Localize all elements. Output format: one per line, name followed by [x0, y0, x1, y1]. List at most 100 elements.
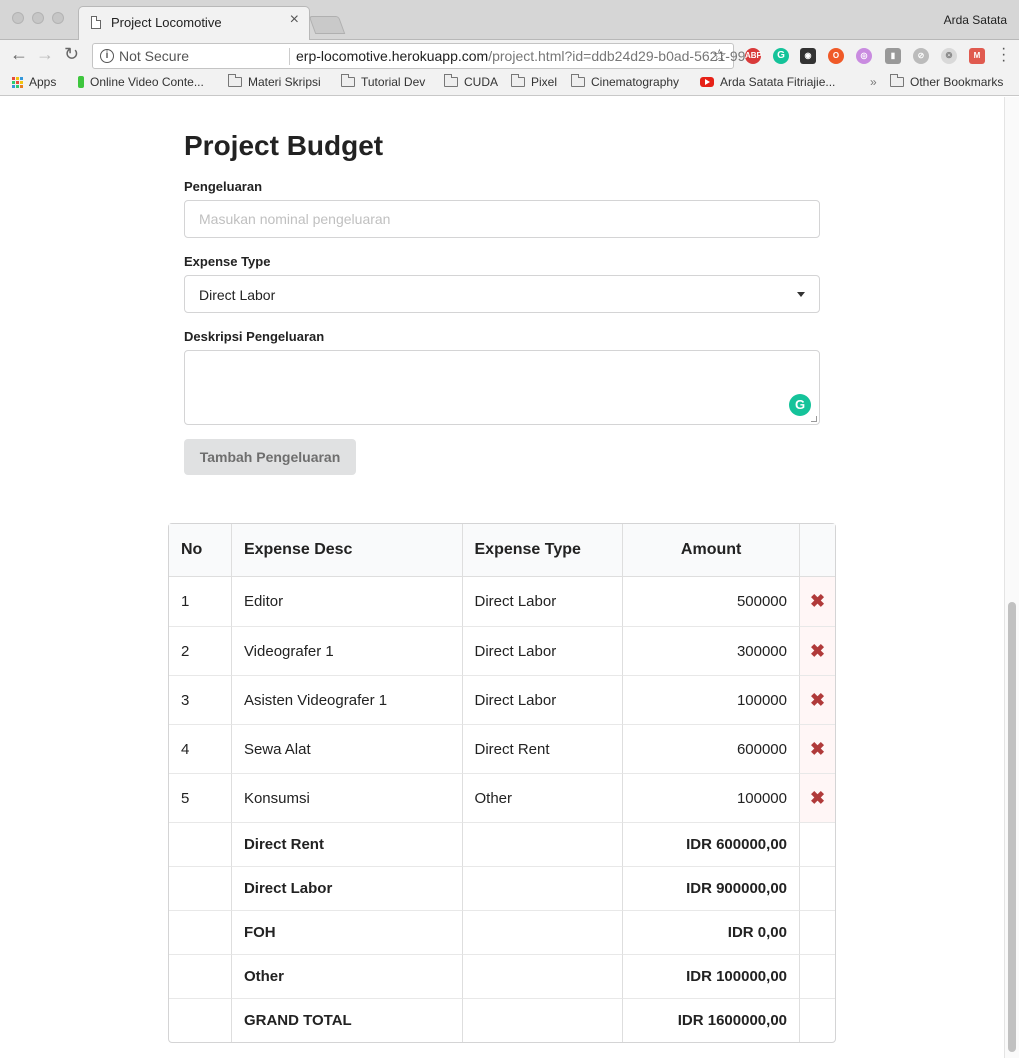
window-titlebar: Project Locomotive × Arda Satata [0, 0, 1019, 40]
extension-icon[interactable]: ❂ [941, 48, 957, 64]
browser-toolbar: ← → ↻ i Not Secure erp-locomotive.heroku… [0, 40, 1019, 72]
description-label: Deskripsi Pengeluaran [184, 329, 325, 344]
vertical-scrollbar[interactable] [1004, 97, 1019, 1058]
security-status[interactable]: Not Secure [119, 48, 189, 64]
browser-menu-icon[interactable]: · · · [1001, 41, 1006, 69]
browser-tab[interactable]: Project Locomotive × [78, 6, 310, 40]
summary-value: IDR 100000,00 [622, 954, 799, 998]
row-no: 3 [169, 675, 231, 724]
bookmark-materi-skripsi[interactable]: Materi Skripsi [228, 74, 321, 89]
expense-table: No Expense Desc Expense Type Amount 1 Ed… [168, 523, 836, 1043]
row-amount: 300000 [622, 626, 799, 675]
summary-row: FOH IDR 0,00 [169, 910, 835, 954]
back-arrow-icon[interactable]: ← [10, 44, 28, 65]
info-icon[interactable]: i [100, 49, 114, 63]
opera-icon[interactable]: O [828, 48, 844, 64]
instagram-icon[interactable]: ◎ [856, 48, 872, 64]
row-desc: Videografer 1 [230, 626, 462, 675]
add-expense-button[interactable]: Tambah Pengeluaran [184, 439, 356, 475]
delete-row-icon[interactable]: ✖ [799, 675, 835, 724]
block-icon[interactable]: ⊘ [913, 48, 929, 64]
expense-type-label: Expense Type [184, 254, 271, 269]
adblock-icon[interactable]: ABP [745, 48, 762, 64]
folder-icon [511, 74, 525, 87]
delete-row-icon[interactable]: ✖ [799, 773, 835, 822]
amount-label: Pengeluaran [184, 179, 263, 194]
ghostery-icon[interactable]: ◉ [800, 48, 816, 64]
summary-empty-cell [461, 822, 623, 866]
resize-handle-icon[interactable] [811, 416, 817, 422]
new-tab-button[interactable] [308, 16, 346, 34]
bookmark-apps[interactable]: Apps [12, 75, 56, 89]
row-amount: 100000 [622, 773, 799, 822]
delete-row-icon[interactable]: ✖ [799, 626, 835, 675]
folder-icon [341, 74, 355, 87]
minimize-window-button[interactable] [32, 12, 44, 24]
delete-row-icon[interactable]: ✖ [799, 724, 835, 773]
bookmark-pixel[interactable]: Pixel [511, 74, 557, 89]
clipboard-icon[interactable]: ▮ [885, 48, 901, 64]
bookmark-star-icon[interactable]: ☆ [712, 46, 727, 66]
amount-input[interactable] [184, 200, 820, 238]
bookmark-label: Other Bookmarks [910, 75, 1004, 89]
bookmark-cuda[interactable]: CUDA [444, 74, 498, 89]
mail-icon[interactable]: M [969, 48, 985, 64]
bookmarks-overflow-chevron[interactable]: » [870, 75, 877, 89]
bookmark-online-video[interactable]: Online Video Conte... [78, 75, 204, 89]
grand-total-value: IDR 1600000,00 [622, 998, 799, 1042]
bookmark-other[interactable]: Other Bookmarks [890, 74, 1004, 89]
row-type: Direct Labor [461, 626, 623, 675]
forward-arrow-icon[interactable]: → [36, 44, 54, 65]
zoom-window-button[interactable] [52, 12, 64, 24]
bookmark-label: Tutorial Dev [361, 75, 426, 89]
summary-value: IDR 900000,00 [622, 866, 799, 910]
expense-type-value: Direct Labor [199, 287, 276, 303]
bookmarks-bar: Apps Online Video Conte... Materi Skrips… [0, 72, 1019, 96]
youtube-icon [700, 77, 714, 87]
row-desc: Sewa Alat [230, 724, 462, 773]
row-desc: Editor [230, 577, 462, 626]
bookmark-tutorial-dev[interactable]: Tutorial Dev [341, 74, 426, 89]
url-text[interactable]: erp-locomotive.herokuapp.com/project.htm… [296, 48, 757, 64]
bookmark-cinematography[interactable]: Cinematography [571, 74, 680, 89]
column-header-no: No [169, 524, 231, 577]
table-row: 1 Editor Direct Labor 500000 ✖ [169, 577, 835, 626]
row-amount: 100000 [622, 675, 799, 724]
dropdown-caret-icon [797, 292, 805, 297]
grammarly-icon[interactable]: G [789, 394, 811, 416]
summary-empty-cell [461, 866, 623, 910]
scrollbar-thumb[interactable] [1008, 602, 1016, 1052]
table-header-row: No Expense Desc Expense Type Amount [169, 524, 835, 577]
close-tab-icon[interactable]: × [290, 11, 299, 29]
table-row: 2 Videografer 1 Direct Labor 300000 ✖ [169, 626, 835, 675]
row-no: 5 [169, 773, 231, 822]
summary-value: IDR 600000,00 [622, 822, 799, 866]
table-row: 3 Asisten Videografer 1 Direct Labor 100… [169, 675, 835, 724]
grand-total-row: GRAND TOTAL IDR 1600000,00 [169, 998, 835, 1042]
table-row: 4 Sewa Alat Direct Rent 600000 ✖ [169, 724, 835, 773]
bookmark-youtube-channel[interactable]: Arda Satata Fitriajie... [700, 75, 835, 89]
bookmark-label: Apps [29, 75, 57, 89]
row-no: 4 [169, 724, 231, 773]
bookmark-label: Online Video Conte... [90, 75, 204, 89]
summary-empty-cell [169, 822, 231, 866]
row-no: 2 [169, 626, 231, 675]
reload-icon[interactable]: ↻ [64, 44, 79, 65]
profile-name[interactable]: Arda Satata [944, 13, 1007, 27]
expense-type-select[interactable]: Direct Labor [184, 275, 820, 313]
page-viewport: Project Budget Pengeluaran Expense Type … [0, 97, 1019, 1058]
description-textarea[interactable]: G [184, 350, 820, 425]
close-window-button[interactable] [12, 12, 24, 24]
address-divider [289, 48, 290, 65]
summary-row: Direct Rent IDR 600000,00 [169, 822, 835, 866]
delete-row-icon[interactable]: ✖ [799, 577, 835, 626]
summary-empty-cell [461, 910, 623, 954]
address-bar[interactable]: i Not Secure erp-locomotive.herokuapp.co… [92, 43, 757, 69]
summary-empty-cell [169, 910, 231, 954]
grammarly-icon[interactable]: G [773, 48, 789, 64]
summary-empty-cell [799, 998, 835, 1042]
bookmark-label: Materi Skripsi [248, 75, 321, 89]
bookmark-label: Cinematography [591, 75, 680, 89]
apps-grid-icon [12, 76, 23, 88]
summary-empty-cell [799, 910, 835, 954]
